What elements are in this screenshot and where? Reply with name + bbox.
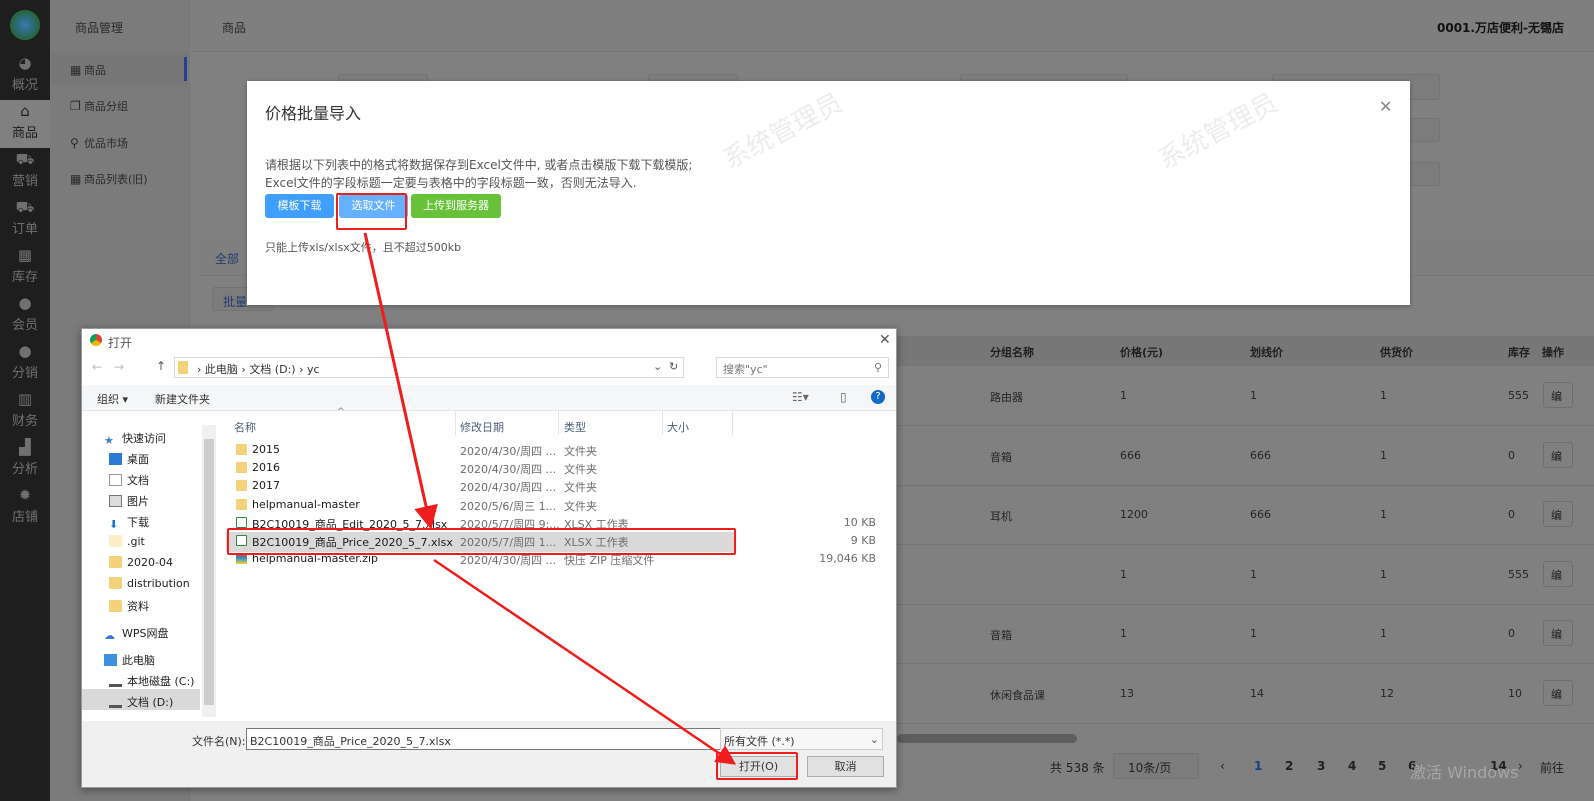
arrow-to-file xyxy=(363,232,438,530)
annotation-arrows xyxy=(363,232,737,765)
arrow-to-open xyxy=(433,558,737,765)
